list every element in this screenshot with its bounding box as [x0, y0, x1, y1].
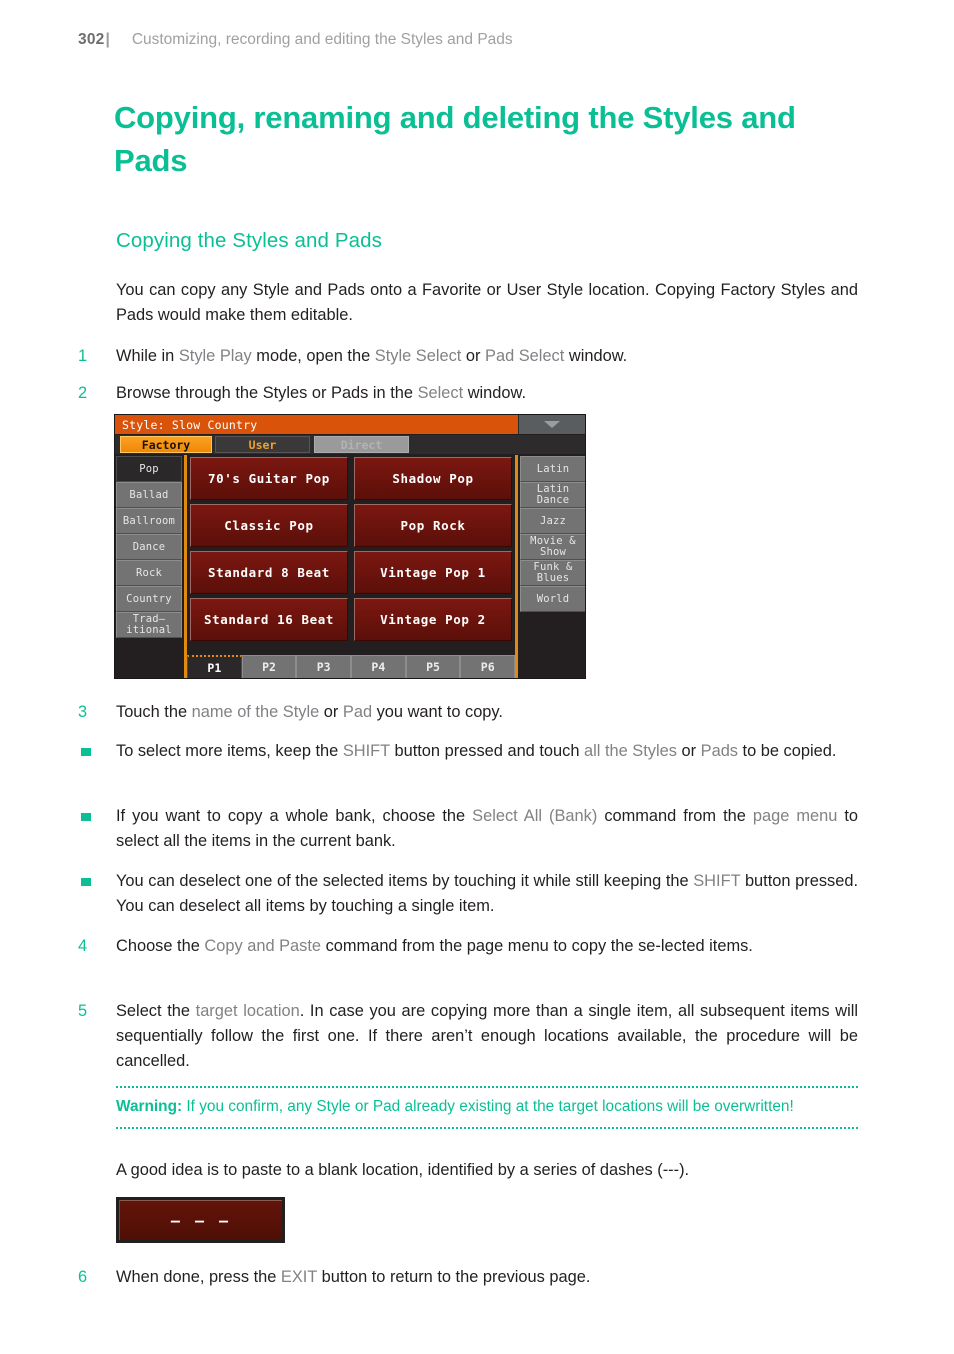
left-rail: [184, 455, 187, 678]
category-label: Pop: [139, 462, 159, 475]
category-world[interactable]: World: [520, 586, 585, 612]
style-button[interactable]: 70's Guitar Pop: [190, 457, 348, 500]
step-2-marker: 2: [78, 384, 88, 402]
category-label: Country: [126, 592, 172, 605]
category-rock[interactable]: Rock: [116, 560, 182, 586]
page-button-p5[interactable]: P5: [405, 655, 461, 678]
tab-factory[interactable]: Factory: [120, 436, 212, 453]
category-label-2: Blues: [536, 572, 570, 584]
right-rail: [515, 455, 518, 678]
bullet-3: You can deselect one of the selected ite…: [78, 869, 858, 919]
tab-direct[interactable]: Direct: [314, 436, 409, 453]
step-1-marker: 1: [78, 347, 88, 365]
category-label-2: Dance: [536, 494, 570, 506]
warning-text: If you confirm, any Style or Pad already…: [182, 1098, 794, 1115]
step-5: 5 Select the target location. In case yo…: [78, 999, 858, 1074]
running-header: 302| Customizing, recording and editing t…: [78, 30, 513, 50]
step-6-marker: 6: [78, 1268, 88, 1286]
category-ballad[interactable]: Ballad: [116, 482, 182, 508]
manual-page: 302| Customizing, recording and editing t…: [0, 0, 954, 1354]
category-jazz[interactable]: Jazz: [520, 508, 585, 534]
category-ballroom[interactable]: Ballroom: [116, 508, 182, 534]
page-number: 302: [78, 31, 105, 48]
category-label: Ballroom: [122, 514, 176, 527]
chevron-down-icon: [544, 421, 560, 428]
style-select-screenshot: Style: Slow Country Factory User Direct …: [114, 414, 586, 679]
category-label: Ballad: [129, 488, 169, 501]
style-button[interactable]: Standard 8 Beat: [190, 551, 348, 594]
blank-location-note: A good idea is to paste to a blank locat…: [116, 1161, 690, 1179]
screenshot-title: Style: Slow Country: [122, 417, 258, 432]
warning-label: Warning:: [116, 1098, 183, 1115]
screenshot-titlebar: Style: Slow Country: [115, 415, 585, 434]
step-4-marker: 4: [78, 937, 88, 955]
blank-location-label: – – –: [119, 1200, 282, 1240]
category-dance[interactable]: Dance: [116, 534, 182, 560]
category-label: Rock: [135, 566, 163, 579]
category-latin-dance[interactable]: Latin Dance: [520, 482, 585, 508]
style-button[interactable]: Classic Pop: [190, 504, 348, 547]
section-heading: Copying the Styles and Pads: [116, 229, 382, 252]
step-5-marker: 5: [78, 1002, 88, 1020]
style-button[interactable]: Shadow Pop: [354, 457, 512, 500]
bullet-1-text: To select more items, keep the SHIFT but…: [116, 742, 837, 760]
page-button-p4[interactable]: P4: [351, 655, 406, 678]
bank-tabs: Factory User Direct: [115, 435, 585, 454]
style-button[interactable]: Pop Rock: [354, 504, 512, 547]
header-separator: |: [105, 31, 110, 48]
bullet-marker: [81, 813, 91, 821]
step-2: 2 Browse through the Styles or Pads in t…: [78, 381, 858, 406]
right-category-column: Latin Latin Dance Jazz Movie & Show Funk…: [520, 456, 585, 612]
category-latin[interactable]: Latin: [520, 456, 585, 482]
screenshot-stage: Pop Ballad Ballroom Dance Rock Country T…: [115, 455, 585, 678]
category-label: Latin: [536, 462, 570, 475]
step-3-text: Touch the name of the Style or Pad you w…: [116, 703, 503, 721]
left-category-column: Pop Ballad Ballroom Dance Rock Country T…: [116, 456, 182, 638]
page-button-p2[interactable]: P2: [241, 655, 297, 678]
bullet-marker: [81, 748, 91, 756]
style-button[interactable]: Standard 16 Beat: [190, 598, 348, 641]
step-6-text: When done, press the EXIT button to retu…: [116, 1268, 591, 1286]
style-grid: 70's Guitar Pop Shadow Pop Classic Pop P…: [190, 457, 512, 643]
bullet-2-text: If you want to copy a whole bank, choose…: [116, 807, 858, 850]
step-6: 6 When done, press the EXIT button to re…: [78, 1265, 858, 1290]
bullet-marker: [81, 878, 91, 886]
category-label: Dance: [132, 540, 166, 553]
category-label-2: Show: [539, 546, 567, 558]
category-pop[interactable]: Pop: [116, 456, 182, 482]
step-4-text: Choose the Copy and Paste command from t…: [116, 937, 753, 955]
category-label-2: itional: [126, 624, 172, 636]
step-4: 4 Choose the Copy and Paste command from…: [78, 934, 858, 959]
page-title: Copying, renaming and deleting the Style…: [114, 100, 796, 178]
bullet-3-text: You can deselect one of the selected ite…: [116, 872, 859, 915]
warning-box: Warning: If you confirm, any Style or Pa…: [116, 1086, 858, 1129]
category-movie-show[interactable]: Movie & Show: [520, 534, 585, 560]
step-3-marker: 3: [78, 703, 88, 721]
blank-location-button[interactable]: – – –: [116, 1197, 285, 1243]
step-1: 1 While in Style Play mode, open the Sty…: [78, 344, 858, 369]
step-1-text: While in Style Play mode, open the Style…: [116, 347, 628, 365]
tab-user[interactable]: User: [215, 436, 310, 453]
bullet-1: To select more items, keep the SHIFT but…: [78, 739, 858, 764]
category-label: World: [536, 592, 570, 605]
category-funk-blues[interactable]: Funk & Blues: [520, 560, 585, 586]
style-button[interactable]: Vintage Pop 2: [354, 598, 512, 641]
style-button[interactable]: Vintage Pop 1: [354, 551, 512, 594]
step-2-text: Browse through the Styles or Pads in the…: [116, 384, 527, 402]
step-5-text: Select the target location. In case you …: [116, 1002, 858, 1070]
running-title: Customizing, recording and editing the S…: [131, 31, 513, 48]
page-button-p1[interactable]: P1: [187, 655, 242, 678]
category-traditional[interactable]: Trad– itional: [116, 612, 182, 638]
intro-paragraph: You can copy any Style and Pads onto a F…: [116, 281, 858, 324]
page-menu-button[interactable]: [518, 415, 585, 434]
category-label: Jazz: [539, 514, 567, 527]
page-strip: P1 P2 P3 P4 P5 P6: [187, 655, 516, 678]
step-3: 3 Touch the name of the Style or Pad you…: [78, 700, 858, 725]
bullet-2: If you want to copy a whole bank, choose…: [78, 804, 858, 854]
page-button-p6[interactable]: P6: [460, 655, 516, 678]
category-country[interactable]: Country: [116, 586, 182, 612]
page-button-p3[interactable]: P3: [296, 655, 352, 678]
